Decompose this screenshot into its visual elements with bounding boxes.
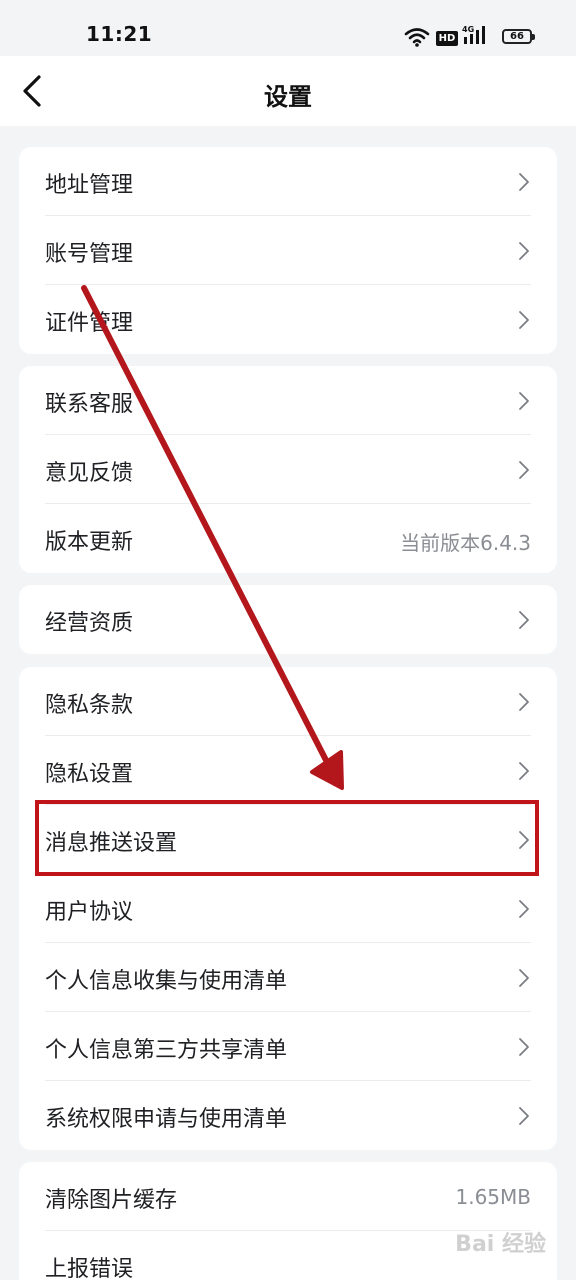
setting-label: 证件管理 (45, 311, 134, 336)
watermark: Bai 经验 (455, 1232, 546, 1257)
setting-label: 上报错误 (45, 1257, 134, 1280)
chevron-right-icon (519, 461, 529, 479)
chevron-right-icon (519, 900, 529, 918)
battery-icon: 66 (502, 29, 535, 44)
setting-label: 系统权限申请与使用清单 (45, 1107, 288, 1132)
setting-label: 用户协议 (45, 900, 134, 925)
chevron-right-icon (519, 242, 529, 260)
settings-group-maintenance: 清除图片缓存 1.65MB 上报错误 (19, 1162, 557, 1280)
setting-label: 经营资质 (45, 611, 134, 636)
page-title: 设置 (264, 83, 312, 111)
chevron-right-icon (519, 1038, 529, 1056)
setting-system-permissions-list[interactable]: 系统权限申请与使用清单 (45, 1081, 531, 1150)
cache-size-value: 1.65MB (455, 1185, 531, 1209)
chevron-right-icon (519, 1107, 529, 1125)
settings-group-support: 联系客服 意见反馈 版本更新 当前版本6.4.3 (19, 366, 557, 573)
setting-label: 版本更新 (45, 530, 134, 555)
nav-header: 设置 (0, 56, 576, 126)
setting-privacy-settings[interactable]: 隐私设置 (45, 736, 531, 805)
setting-label: 意见反馈 (45, 461, 134, 486)
settings-group-qualification: 经营资质 (19, 585, 557, 654)
setting-personal-info-collection-list[interactable]: 个人信息收集与使用清单 (45, 943, 531, 1012)
wifi-icon (404, 28, 430, 47)
settings-group-privacy: 隐私条款 隐私设置 消息推送设置 用户协议 个人信息收集与使用清单 个人信息第三… (19, 667, 557, 1150)
chevron-right-icon (519, 173, 529, 191)
setting-label: 个人信息第三方共享清单 (45, 1038, 288, 1063)
chevron-right-icon (519, 311, 529, 329)
chevron-right-icon (519, 762, 529, 780)
setting-contact-support[interactable]: 联系客服 (45, 366, 531, 435)
network-type-label: 4G (462, 25, 474, 34)
setting-label: 清除图片缓存 (45, 1188, 178, 1213)
setting-account-management[interactable]: 账号管理 (45, 216, 531, 285)
current-version-value: 当前版本6.4.3 (400, 531, 531, 555)
highlight-box (35, 800, 539, 876)
settings-group-account: 地址管理 账号管理 证件管理 (19, 147, 557, 354)
chevron-right-icon (519, 693, 529, 711)
setting-id-management[interactable]: 证件管理 (45, 285, 531, 354)
setting-label: 地址管理 (45, 173, 134, 198)
setting-business-qualification[interactable]: 经营资质 (45, 585, 531, 654)
status-time: 11:21 (86, 22, 153, 46)
setting-feedback[interactable]: 意见反馈 (45, 435, 531, 504)
chevron-right-icon (519, 611, 529, 629)
chevron-right-icon (519, 392, 529, 410)
setting-version-update[interactable]: 版本更新 当前版本6.4.3 (45, 504, 531, 573)
setting-label: 联系客服 (45, 392, 134, 417)
setting-address-management[interactable]: 地址管理 (45, 147, 531, 216)
hd-badge: HD (436, 31, 458, 46)
setting-third-party-sharing-list[interactable]: 个人信息第三方共享清单 (45, 1012, 531, 1081)
signal-icon: 4G (462, 25, 485, 44)
setting-label: 隐私条款 (45, 693, 134, 718)
setting-privacy-terms[interactable]: 隐私条款 (45, 667, 531, 736)
setting-label: 隐私设置 (45, 762, 134, 787)
status-bar: 11:21 HD 4G 66 (0, 0, 576, 56)
setting-label: 账号管理 (45, 242, 134, 267)
chevron-right-icon (519, 969, 529, 987)
setting-clear-image-cache[interactable]: 清除图片缓存 1.65MB (45, 1162, 531, 1231)
setting-label: 个人信息收集与使用清单 (45, 969, 288, 994)
setting-user-agreement[interactable]: 用户协议 (45, 874, 531, 943)
